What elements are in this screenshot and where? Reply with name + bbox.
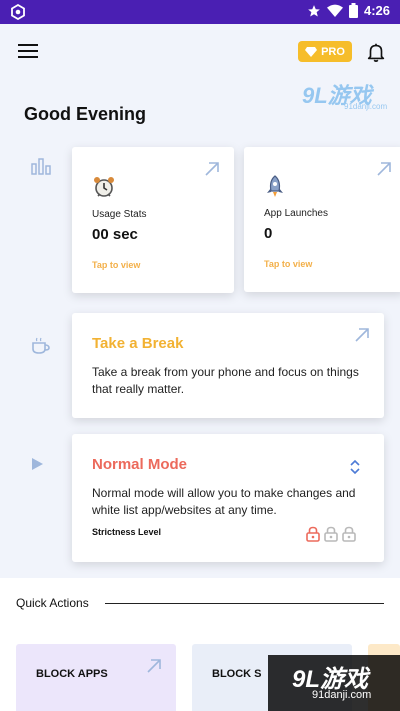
- normal-mode-title: Normal Mode: [92, 456, 188, 473]
- wifi-icon: [326, 4, 343, 17]
- usage-stats-label: Usage Stats: [92, 209, 147, 220]
- watermark-logo: 9L游戏 91danji.com: [302, 78, 398, 112]
- alarm-clock-icon: [94, 177, 114, 197]
- app-launches-value: 0: [264, 225, 273, 242]
- usage-stats-value: 00 sec: [92, 226, 138, 243]
- app-launches-card[interactable]: App Launches 0 Tap to view: [244, 147, 400, 292]
- play-icon: [32, 458, 43, 470]
- diamond-icon: [305, 46, 318, 57]
- take-a-break-title: Take a Break: [92, 335, 184, 352]
- battery-icon: [348, 3, 358, 18]
- pro-label: PRO: [321, 45, 345, 58]
- usage-stats-link[interactable]: Tap to view: [92, 260, 140, 270]
- app-bar: PRO: [0, 24, 400, 80]
- greeting-title: Good Evening: [24, 104, 147, 124]
- arrow-up-right-icon: [205, 162, 219, 176]
- normal-mode-card[interactable]: Normal Mode Normal mode will allow you t…: [72, 434, 384, 562]
- watermark-domain: 91danji.com: [344, 102, 388, 111]
- divider: [105, 603, 384, 604]
- bar-chart-icon: [31, 158, 51, 175]
- lock-icon[interactable]: [306, 526, 320, 542]
- strictness-level-indicator[interactable]: [306, 526, 356, 542]
- app-launches-link[interactable]: Tap to view: [264, 259, 312, 269]
- usage-stats-card[interactable]: Usage Stats 00 sec Tap to view: [72, 147, 234, 293]
- rocket-icon: [267, 175, 283, 197]
- block-apps-button[interactable]: BLOCK APPS: [16, 644, 176, 711]
- arrow-up-right-icon: [355, 328, 369, 342]
- coffee-cup-icon: [32, 337, 50, 354]
- clock: 4:26: [363, 3, 390, 18]
- menu-button[interactable]: [18, 44, 38, 60]
- expand-chevrons-icon[interactable]: [349, 459, 361, 475]
- take-a-break-card[interactable]: Take a Break Take a break from your phon…: [72, 313, 384, 418]
- take-a-break-description: Take a break from your phone and focus o…: [92, 365, 359, 396]
- app-shield-icon: [11, 4, 25, 20]
- quick-actions-label: Quick Actions: [16, 596, 89, 610]
- block-apps-label: BLOCK APPS: [36, 668, 108, 680]
- strictness-level-label: Strictness Level: [92, 527, 162, 537]
- lock-icon[interactable]: [324, 526, 338, 542]
- arrow-up-right-icon: [377, 162, 391, 176]
- bell-icon[interactable]: [365, 41, 387, 63]
- watermark-overlay: 9L游戏 91danji.com: [268, 655, 400, 711]
- normal-mode-description: Normal mode will allow you to make chang…: [92, 486, 356, 517]
- pro-badge[interactable]: PRO: [298, 41, 352, 62]
- status-bar: 4:26: [0, 0, 400, 24]
- lock-icon[interactable]: [342, 526, 356, 542]
- arrow-up-right-icon: [147, 659, 161, 673]
- app-launches-label: App Launches: [264, 208, 328, 219]
- star-icon: [308, 4, 320, 17]
- watermark-domain: 91danji.com: [312, 689, 372, 701]
- block-sites-label: BLOCK S: [212, 668, 262, 680]
